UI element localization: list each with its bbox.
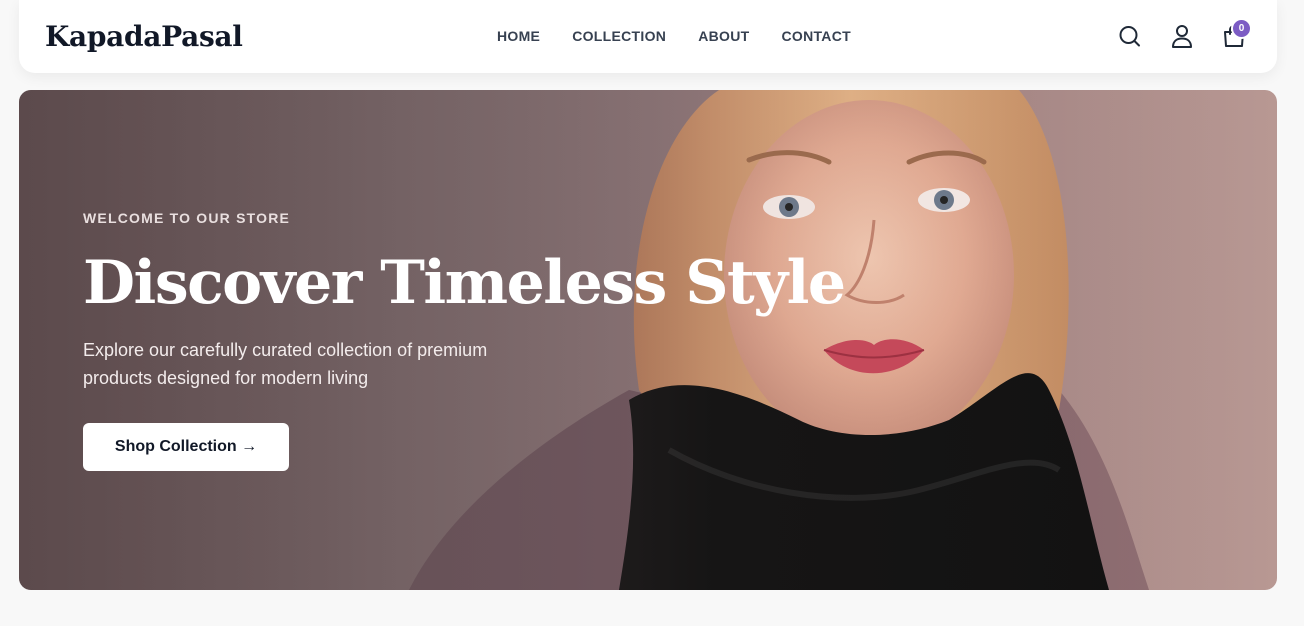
user-icon[interactable] <box>1169 23 1195 49</box>
hero-subtitle: Explore our carefully curated collection… <box>83 340 488 388</box>
search-icon[interactable] <box>1117 23 1143 49</box>
hero-eyebrow: WELCOME TO OUR STORE <box>83 210 291 226</box>
hero-title: Discover Timeless Style <box>83 248 846 318</box>
hero-banner: WELCOME TO OUR STORE Discover Timeless S… <box>19 90 1277 590</box>
cart-count-badge: 0 <box>1231 18 1252 39</box>
site-header: KapadaPasal HOME COLLECTION ABOUT CONTAC… <box>19 0 1277 73</box>
shop-collection-button[interactable]: Shop Collection → <box>83 423 289 471</box>
header-actions <box>19 23 1277 51</box>
